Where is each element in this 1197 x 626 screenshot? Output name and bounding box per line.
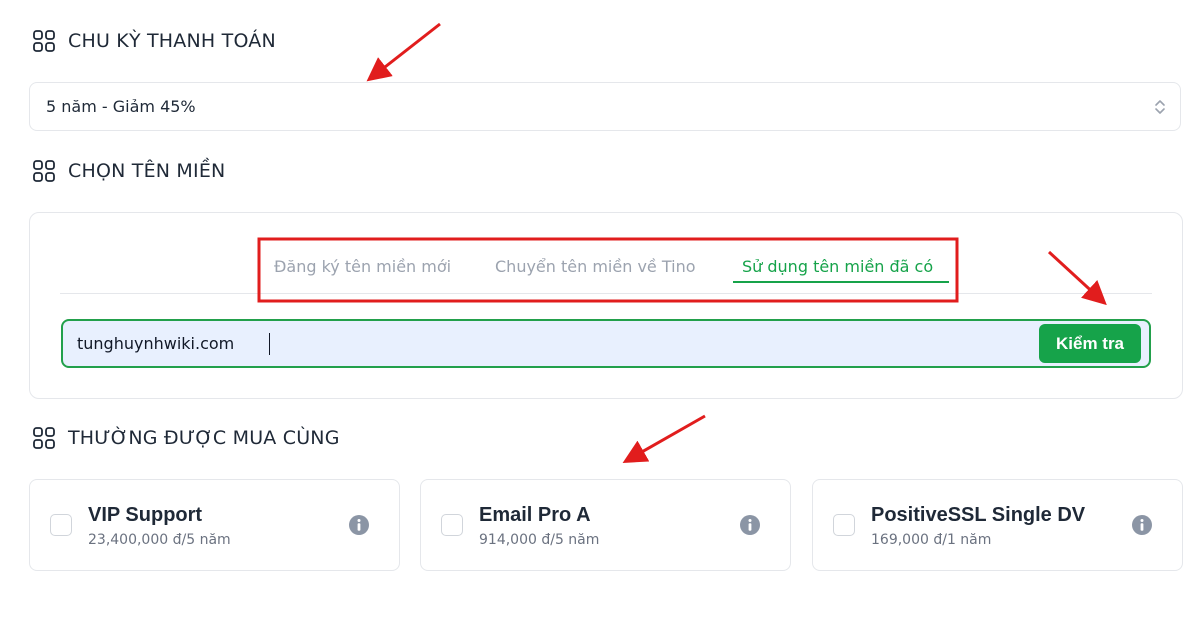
addon-name: VIP Support (88, 504, 203, 526)
checkbox-icon[interactable] (833, 514, 855, 536)
active-tab-underline (733, 281, 949, 283)
info-icon[interactable] (739, 514, 761, 536)
arrow-annotation (622, 414, 706, 463)
check-domain-button[interactable]: Kiểm tra (1039, 324, 1141, 363)
billing-section-title: CHU KỲ THANH TOÁN (32, 29, 276, 53)
addons-section-title: THƯỜNG ĐƯỢC MUA CÙNG (32, 426, 340, 450)
billing-cycle-value: 5 năm - Giảm 45% (46, 97, 196, 116)
domain-section-title: CHỌN TÊN MIỀN (32, 159, 225, 183)
info-icon[interactable] (348, 514, 370, 536)
addon-card-positivessl[interactable]: PositiveSSL Single DV 169,000 đ/1 năm (812, 479, 1183, 571)
tab-register-new-domain[interactable]: Đăng ký tên miền mới (274, 257, 451, 276)
checkbox-icon[interactable] (50, 514, 72, 536)
domain-tabs: Đăng ký tên miền mới Chuyển tên miền về … (30, 257, 1182, 293)
arrow-annotation (366, 22, 441, 82)
tab-use-existing-domain[interactable]: Sử dụng tên miền đã có (742, 257, 933, 276)
domain-card: Đăng ký tên miền mới Chuyển tên miền về … (29, 212, 1183, 399)
addon-name: PositiveSSL Single DV (871, 504, 1086, 526)
domain-input-container: Kiểm tra (61, 319, 1151, 368)
addon-price: 914,000 đ/5 năm (479, 532, 600, 548)
grid-icon (33, 160, 55, 182)
addon-card-email-pro-a[interactable]: Email Pro A 914,000 đ/5 năm (420, 479, 791, 571)
checkbox-icon[interactable] (441, 514, 463, 536)
grid-icon (33, 427, 55, 449)
addon-price: 23,400,000 đ/5 năm (88, 532, 231, 548)
tab-transfer-domain[interactable]: Chuyển tên miền về Tino (495, 257, 696, 276)
addons-title: THƯỜNG ĐƯỢC MUA CÙNG (68, 427, 340, 449)
info-icon[interactable] (1131, 514, 1153, 536)
domain-input[interactable] (77, 321, 977, 366)
addon-name: Email Pro A (479, 504, 591, 526)
billing-cycle-select[interactable]: 5 năm - Giảm 45% (29, 82, 1181, 131)
billing-title: CHU KỲ THANH TOÁN (68, 30, 276, 52)
addon-price: 169,000 đ/1 năm (871, 532, 992, 548)
addon-card-vip-support[interactable]: VIP Support 23,400,000 đ/5 năm (29, 479, 400, 571)
grid-icon (33, 30, 55, 52)
tabs-divider (60, 293, 1152, 294)
select-arrows-icon (1155, 100, 1165, 114)
domain-title: CHỌN TÊN MIỀN (68, 160, 226, 182)
text-caret (269, 333, 270, 355)
